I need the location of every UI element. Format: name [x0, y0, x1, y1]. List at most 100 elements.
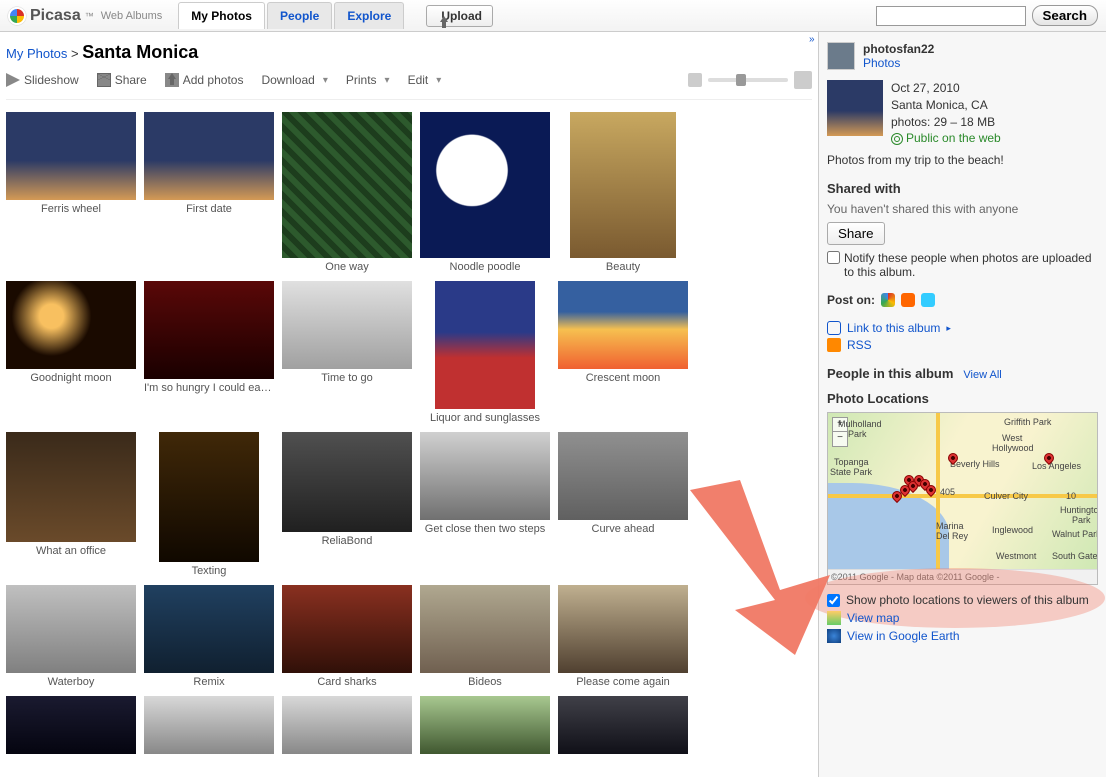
add-photos-button[interactable]: Add photos — [165, 73, 244, 87]
photo-thumb[interactable] — [282, 112, 412, 258]
picasa-logo[interactable]: Picasa™ Web Albums — [8, 7, 162, 25]
album-cover-thumb[interactable] — [827, 80, 883, 136]
map-label: Beverly Hills — [950, 459, 1000, 469]
photo-thumb[interactable] — [6, 432, 136, 542]
link-to-album[interactable]: Link to this album — [847, 321, 940, 335]
rss-icon — [827, 338, 841, 352]
upload-button[interactable]: Upload — [426, 5, 493, 27]
photo-cell[interactable]: Time to go — [282, 281, 412, 424]
post-on-label: Post on: — [827, 293, 875, 307]
photo-cell[interactable]: Waterboy — [6, 585, 136, 688]
photo-cell[interactable]: Beauty — [558, 112, 688, 273]
share-button[interactable]: Share — [97, 73, 147, 87]
thumbnail-size-slider[interactable] — [688, 71, 812, 89]
photo-cell[interactable]: Crescent moon — [558, 281, 688, 424]
photo-thumb[interactable] — [282, 696, 412, 754]
show-locations-label: Show photo locations to viewers of this … — [846, 593, 1089, 607]
photo-thumb[interactable] — [558, 696, 688, 754]
photo-cell[interactable]: Remix — [144, 585, 274, 688]
photo-cell[interactable]: Bideos — [420, 585, 550, 688]
edit-dropdown[interactable]: Edit — [408, 73, 442, 87]
map-label: Inglewood — [992, 525, 1033, 535]
prints-dropdown[interactable]: Prints — [346, 73, 390, 87]
photo-thumb[interactable] — [558, 281, 688, 369]
picasa-ball-icon — [8, 7, 26, 25]
photo-cell[interactable]: Get close then two steps — [420, 432, 550, 577]
photo-thumb[interactable] — [282, 281, 412, 369]
photo-thumb[interactable] — [144, 112, 274, 200]
map-label: Los Angeles — [1032, 461, 1081, 471]
photo-thumb[interactable] — [6, 585, 136, 673]
photo-thumb[interactable] — [6, 281, 136, 369]
photo-cell[interactable]: Liquor and sunglasses — [420, 281, 550, 424]
link-icon — [827, 321, 841, 335]
share-album-button[interactable]: Share — [827, 222, 885, 245]
rss-link[interactable]: RSS — [847, 338, 872, 352]
download-dropdown[interactable]: Download — [261, 73, 327, 87]
photo-cell[interactable]: What an office — [6, 432, 136, 577]
photo-cell[interactable]: Noodle poodle — [420, 112, 550, 273]
avatar[interactable] — [827, 42, 855, 70]
photo-caption: Liquor and sunglasses — [420, 409, 550, 424]
view-map-link[interactable]: View map — [847, 611, 899, 625]
photo-cell[interactable]: ReliaBond — [282, 432, 412, 577]
photo-cell[interactable]: Curve ahead — [558, 432, 688, 577]
twitter-icon[interactable] — [921, 293, 935, 307]
photo-thumb[interactable] — [144, 585, 274, 673]
photo-caption — [558, 754, 688, 757]
photo-thumb[interactable] — [420, 696, 550, 754]
breadcrumb-root[interactable]: My Photos — [6, 46, 67, 61]
photo-thumb[interactable] — [558, 432, 688, 520]
photo-thumb[interactable] — [435, 281, 535, 409]
photo-thumb[interactable] — [420, 585, 550, 673]
tab-explore[interactable]: Explore — [334, 2, 404, 29]
slider-track[interactable] — [708, 78, 788, 82]
photo-cell[interactable]: Goodnight moon — [6, 281, 136, 424]
photo-locations-map[interactable]: +− MulhollandParkGriffith ParkWestHollyw… — [828, 413, 1097, 569]
blogger-icon[interactable] — [901, 293, 915, 307]
photo-thumb[interactable] — [6, 696, 136, 754]
slider-thumb[interactable] — [736, 74, 746, 86]
map-label: Topanga — [834, 457, 869, 467]
owner-photos-link[interactable]: Photos — [863, 56, 900, 70]
notify-checkbox[interactable] — [827, 251, 840, 264]
photo-cell[interactable] — [558, 696, 688, 757]
map-label: Hollywood — [992, 443, 1034, 453]
photo-cell[interactable]: One way — [282, 112, 412, 273]
photo-cell[interactable] — [420, 696, 550, 757]
map-label: South Gate — [1052, 551, 1097, 561]
show-locations-checkbox[interactable] — [827, 594, 840, 607]
photo-cell[interactable]: Texting — [144, 432, 274, 577]
buzz-icon[interactable] — [881, 293, 895, 307]
people-view-all[interactable]: View All — [963, 369, 1001, 381]
earth-icon — [827, 629, 841, 643]
photo-cell[interactable]: Card sharks — [282, 585, 412, 688]
photo-thumb[interactable] — [144, 281, 274, 379]
photo-caption — [282, 754, 412, 757]
slideshow-button[interactable]: Slideshow — [6, 73, 79, 87]
photo-thumb[interactable] — [282, 432, 412, 532]
map-zoom-out[interactable]: − — [833, 432, 847, 446]
photo-cell[interactable]: Ferris wheel — [6, 112, 136, 273]
photo-cell[interactable]: Please come again — [558, 585, 688, 688]
tab-people[interactable]: People — [267, 2, 332, 29]
photo-thumb[interactable] — [144, 696, 274, 754]
photo-thumb[interactable] — [558, 585, 688, 673]
photo-cell[interactable] — [282, 696, 412, 757]
photo-cell[interactable] — [6, 696, 136, 757]
photo-thumb[interactable] — [420, 112, 550, 258]
photo-thumb[interactable] — [420, 432, 550, 520]
tab-my-photos[interactable]: My Photos — [178, 2, 265, 29]
photo-thumb[interactable] — [570, 112, 676, 258]
photo-cell[interactable]: First date — [144, 112, 274, 273]
search-input[interactable] — [876, 6, 1026, 26]
photo-thumb[interactable] — [6, 112, 136, 200]
search-button[interactable]: Search — [1032, 5, 1098, 26]
sidebar-collapse-icon[interactable]: » — [809, 34, 815, 45]
view-earth-link[interactable]: View in Google Earth — [847, 629, 960, 643]
photo-cell[interactable] — [144, 696, 274, 757]
photo-thumb[interactable] — [159, 432, 259, 562]
photo-cell[interactable]: I'm so hungry I could eat at — [144, 281, 274, 424]
photo-thumb[interactable] — [282, 585, 412, 673]
brand-subtitle: Web Albums — [101, 10, 163, 22]
